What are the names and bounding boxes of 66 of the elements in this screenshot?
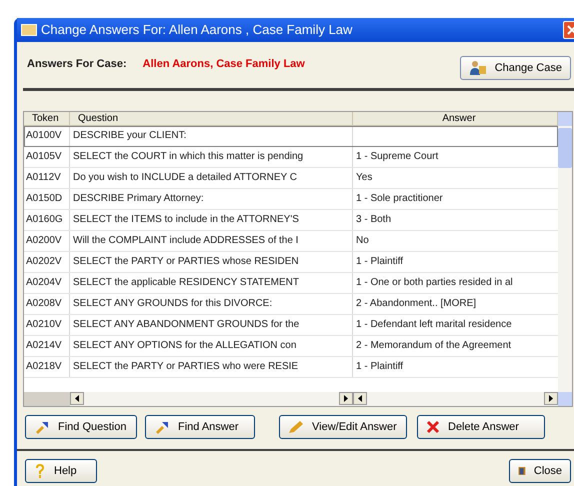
action-button[interactable]: View/Edit Answer: [279, 415, 407, 439]
column-header[interactable]: Token: [24, 112, 70, 125]
question-cell: SELECT ANY GROUNDS for this DIVORCE:: [70, 294, 353, 314]
question-cell: DESCRIBE your CLIENT:: [70, 126, 353, 146]
question-cell: Do you wish to INCLUDE a detailed ATTORNEY C: [70, 168, 353, 188]
answer-cell-text: 2 - Abandonment.. [MORE]: [355, 297, 478, 311]
pencil-icon: [288, 420, 304, 434]
question-cell: SELECT the PARTY or PARTIES who were RESIE: [70, 357, 353, 377]
table-row[interactable]: A0210V SELECT ANY ABANDONMENT GROUNDS for the 1 - Defendant left marital residence: [24, 315, 558, 336]
table-row[interactable]: A0208V SELECT ANY GROUNDS for this DIVORCE: 2 - Abandonment.. [MORE]: [24, 294, 558, 315]
answer-cell-text: 1 - Sole practitioner: [355, 192, 444, 206]
question-mark-icon: [34, 463, 46, 479]
action-button[interactable]: Find Answer: [145, 415, 255, 439]
token-cell: A0214V: [24, 336, 70, 356]
token-cell: A0218V: [24, 357, 70, 377]
question-cell: SELECT the applicable RESIDENCY STATEMENT: [70, 273, 353, 293]
answer-cell-text: 1 - Plaintiff: [355, 360, 404, 374]
token-cell: A0204V: [24, 273, 70, 293]
answer-cell-text: 1 - Defendant left marital residence: [355, 318, 513, 332]
answer-cell-text: 1 - One or both parties resided in al: [355, 276, 514, 290]
table-row[interactable]: A0200V Will the COMPLAINT include ADDRESSES of the I No: [24, 231, 558, 252]
case-name: Allen Aarons, Case Family Law: [142, 56, 305, 72]
table-row[interactable]: A0202V SELECT the PARTY or PARTIES whose RESIDEN 1 - Plaintiff: [24, 252, 558, 273]
question-cell: SELECT the ITEMS to include in the ATTORNEY'S: [70, 210, 353, 230]
table-row[interactable]: A0112V Do you wish to INCLUDE a detailed ATTORNEY C Yes: [24, 168, 558, 189]
token-cell: A0210V: [24, 315, 70, 335]
answer-cell-text: 2 - Memorandum of the Agreement: [355, 339, 512, 353]
table-row[interactable]: A0160G SELECT the ITEMS to include in the ATTORNEY'S 3 - Both: [24, 210, 558, 231]
action-button[interactable]: Delete Answer: [417, 415, 545, 439]
table-row[interactable]: A0100V DESCRIBE your CLIENT:: [24, 126, 558, 147]
table-row[interactable]: A0105V SELECT the COURT in which this matter is pending 1 - Supreme Court: [24, 147, 558, 168]
app-icon: [21, 24, 37, 36]
answer-cell-text: Yes: [355, 171, 374, 185]
token-cell: A0150D: [24, 189, 70, 209]
close-button[interactable]: Close: [509, 459, 571, 483]
token-cell: A0160G: [24, 210, 70, 230]
table-row[interactable]: A0214V SELECT ANY OPTIONS for the ALLEGATION con 2 - Memorandum of the Agreement: [24, 336, 558, 357]
token-cell: A0105V: [24, 147, 70, 167]
question-cell: SELECT the COURT in which this matter is pending: [70, 147, 353, 167]
answer-cell-text: 1 - Supreme Court: [355, 150, 440, 164]
window-title: Change Answers For: Allen Aarons , Case Family Law: [41, 21, 352, 40]
scrollbar-corner: [24, 392, 70, 406]
delete-icon: [426, 420, 440, 434]
answer-cell-text: 1 - Plaintiff: [355, 255, 404, 269]
change-case-button[interactable]: Change Case: [460, 56, 571, 80]
question-cell: SELECT ANY OPTIONS for the ALLEGATION con: [70, 336, 353, 356]
action-button[interactable]: Find Question: [25, 415, 137, 439]
question-cell: DESCRIBE Primary Attorney:: [70, 189, 353, 209]
token-cell: A0112V: [24, 168, 70, 188]
answer-cell-text: 3 - Both: [355, 213, 392, 227]
table-row[interactable]: A0150D DESCRIBE Primary Attorney: 1 - Sole practitioner: [24, 189, 558, 210]
answer-cell-text: No: [355, 234, 370, 248]
person-icon: [468, 60, 487, 76]
table-row[interactable]: A0204V SELECT the applicable RESIDENCY STATEMENT 1 - One or both parties resided in al: [24, 273, 558, 294]
question-cell: SELECT the PARTY or PARTIES whose RESIDEN: [70, 252, 353, 272]
vertical-scrollbar[interactable]: [558, 112, 572, 406]
token-cell: A0202V: [24, 252, 70, 272]
case-label: Answers For Case:: [27, 56, 127, 72]
question-cell: SELECT ANY ABANDONMENT GROUNDS for the: [70, 315, 353, 335]
token-cell: A0200V: [24, 231, 70, 251]
help-button[interactable]: Help: [25, 459, 97, 483]
token-cell: A0208V: [24, 294, 70, 314]
column-header[interactable]: Question: [70, 112, 353, 125]
table-row[interactable]: A0218V SELECT the PARTY or PARTIES who were RESIE 1 - Plaintiff: [24, 357, 558, 378]
question-cell: Will the COMPLAINT include ADDRESSES of the I: [70, 231, 353, 251]
token-cell: A0100V: [24, 126, 70, 146]
